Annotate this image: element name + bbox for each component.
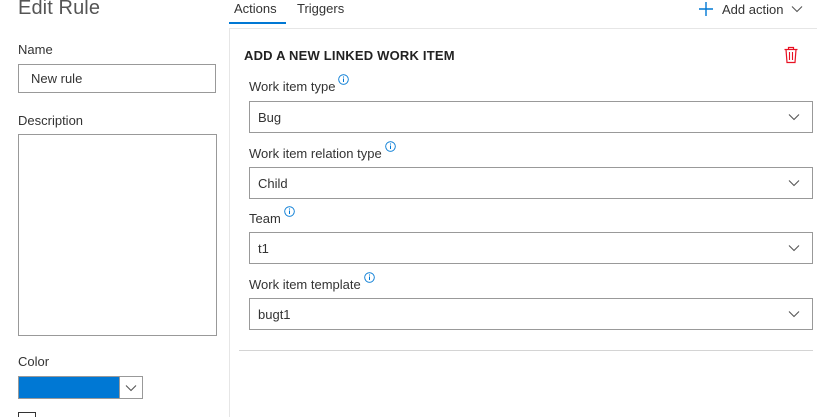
- team-label-text: Team: [249, 211, 281, 226]
- description-label: Description: [18, 113, 84, 128]
- description-textarea[interactable]: [18, 134, 217, 336]
- tab-actions[interactable]: Actions: [234, 1, 277, 16]
- name-input[interactable]: [18, 64, 216, 93]
- info-icon[interactable]: [384, 141, 396, 152]
- tab-triggers[interactable]: Triggers: [297, 1, 344, 16]
- color-dropdown-button[interactable]: [119, 377, 142, 398]
- team-value: t1: [258, 240, 269, 256]
- color-swatch[interactable]: [19, 377, 119, 398]
- trash-icon: [783, 46, 799, 64]
- plus-icon: [698, 1, 714, 17]
- work-item-relation-type-label-text: Work item relation type: [249, 146, 382, 161]
- checkbox[interactable]: [18, 412, 36, 417]
- work-item-template-label-text: Work item template: [249, 277, 361, 292]
- work-item-template-label: Work item template: [249, 272, 375, 292]
- work-item-type-select[interactable]: Bug: [249, 101, 813, 133]
- work-item-template-value: bugt1: [258, 306, 291, 322]
- work-item-type-label: Work item type: [249, 74, 350, 94]
- chevron-down-icon: [788, 244, 800, 252]
- work-item-relation-type-select[interactable]: Child: [249, 167, 813, 199]
- color-picker[interactable]: [18, 376, 143, 399]
- chevron-down-icon: [125, 379, 137, 397]
- team-select[interactable]: t1: [249, 232, 813, 264]
- chevron-down-icon: [791, 5, 803, 13]
- chevron-down-icon: [788, 113, 800, 121]
- info-icon[interactable]: [284, 206, 295, 217]
- delete-action-button[interactable]: [783, 46, 799, 64]
- color-label: Color: [18, 354, 50, 369]
- selected-tab-indicator: [229, 22, 286, 24]
- info-icon[interactable]: [363, 272, 375, 283]
- name-label: Name: [18, 42, 53, 57]
- add-action-label: Add action: [722, 1, 784, 17]
- page-title: Edit Rule: [18, 0, 101, 19]
- chevron-down-icon: [788, 310, 800, 318]
- work-item-type-value: Bug: [258, 109, 282, 125]
- action-divider: [239, 350, 813, 351]
- chevron-down-icon: [788, 179, 800, 187]
- info-icon[interactable]: [338, 74, 350, 85]
- action-section-title: ADD A NEW LINKED WORK ITEM: [244, 48, 455, 63]
- work-item-template-select[interactable]: bugt1: [249, 298, 813, 330]
- add-action-button[interactable]: Add action: [698, 0, 803, 18]
- work-item-type-label-text: Work item type: [249, 79, 336, 94]
- work-item-relation-type-label: Work item relation type: [249, 141, 396, 161]
- team-label: Team: [249, 206, 295, 226]
- header-divider: [229, 28, 817, 29]
- work-item-relation-type-value: Child: [258, 175, 288, 191]
- edit-rule-page: Edit Rule Actions Triggers Add action Na…: [0, 0, 817, 417]
